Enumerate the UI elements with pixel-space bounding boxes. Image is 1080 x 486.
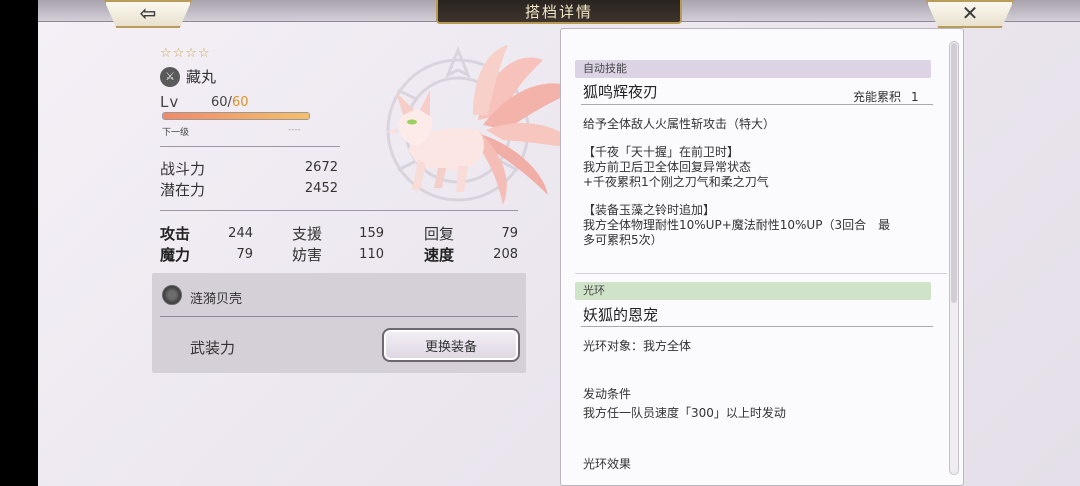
skill-condition-2-header: 【装备玉藻之铃时追加】 [583,203,716,217]
divider [160,146,340,147]
equipment-name: 涟漪贝壳 [190,292,243,307]
equipment-panel: 涟漪贝壳 武装力 220 更换装备 [152,273,526,373]
stat-magic-label: 魔力 [160,246,191,264]
skill-condition-1-line-1: 我方前卫后卫全体回复异常状态 [583,160,752,174]
rarity-stars: ☆☆☆☆ [160,46,211,61]
potential-label: 潜在力 [160,181,206,199]
character-name-row: ⚔ 藏丸 [160,66,216,87]
level-label: Lv [160,93,180,111]
stat-attack-label: 攻击 [160,225,191,243]
aura-target: 光环对象：我方全体 [583,339,692,353]
divider [160,316,518,317]
change-equipment-button[interactable]: 更换装备 [382,328,520,362]
next-level-value: ---- [288,125,301,135]
skill-detail-panel[interactable]: 自动技能 狐鸣辉夜刃 充能累积 1 给予全体敌人火属性斩攻击（特大） 【千夜「天十… [560,28,964,486]
close-button[interactable]: ✕ [926,0,1014,28]
divider [575,273,947,274]
aura-section-header: 光环 [575,282,931,300]
aura-condition-label: 发动条件 [583,387,632,401]
stat-attack-value: 244 [228,226,253,241]
stat-support-label: 支援 [292,225,323,243]
potential-value: 2452 [304,181,338,196]
fox-character-portrait [386,45,583,205]
scrollbar[interactable] [949,41,959,475]
skill-condition-1-line-2: +千夜累积1个刚之刀气和柔之刀气 [583,175,769,189]
armor-power-label: 武装力 [190,339,236,357]
skill-name: 狐鸣辉夜刃 [583,83,659,101]
back-arrow-icon: ⇦ [139,1,157,25]
page-title-tab: 搭档详情 [436,0,682,24]
stat-speed-value: 208 [493,247,518,262]
skill-condition-2-line-2: 多可累积5次） [583,233,663,247]
level-value: 60/60 [211,95,249,110]
divider [581,326,933,327]
aura-condition-value: 我方任一队员速度「300」以上时发动 [583,406,786,420]
stat-magic-value: 79 [236,247,253,262]
divider [581,104,933,105]
combat-power-value: 2672 [304,160,338,175]
close-icon: ✕ [961,1,979,25]
stat-recovery-label: 回复 [424,225,455,243]
shell-equipment-icon [162,285,182,305]
exp-bar-fill [163,113,309,119]
combat-power-label: 战斗力 [160,160,206,178]
skill-condition-1-header: 【千夜「天十握」在前卫时】 [583,145,740,159]
aura-effect-label: 光环效果 [583,457,632,471]
auto-skill-section-header: 自动技能 [575,60,931,78]
page-title: 搭档详情 [524,2,593,21]
back-button[interactable]: ⇦ [104,0,192,28]
stat-support-value: 159 [359,226,384,241]
stat-speed-label: 速度 [424,246,455,264]
sword-type-icon: ⚔ [160,66,180,87]
partner-detail-screen: ⇦ 搭档详情 ✕ ☆☆☆☆ ⚔ 藏丸 Lv 60/60 下一级 ---- 战斗力… [38,0,1080,486]
stat-hinder-label: 妨害 [292,246,323,264]
exp-bar [162,112,310,120]
aura-name: 妖狐的恩宠 [583,306,659,324]
skill-condition-2-line-1: 我方全体物理耐性10%UP+魔法耐性10%UP（3回合 最 [583,218,891,232]
scrollbar-thumb[interactable] [951,43,957,303]
charge-accumulation: 充能累积 1 [853,90,919,104]
next-level-label: 下一级 [162,128,190,138]
character-name: 藏丸 [186,68,217,86]
skill-description: 给予全体敌人火属性斩攻击（特大） [583,117,776,131]
stat-hinder-value: 110 [359,247,384,262]
stat-recovery-value: 79 [501,226,518,241]
